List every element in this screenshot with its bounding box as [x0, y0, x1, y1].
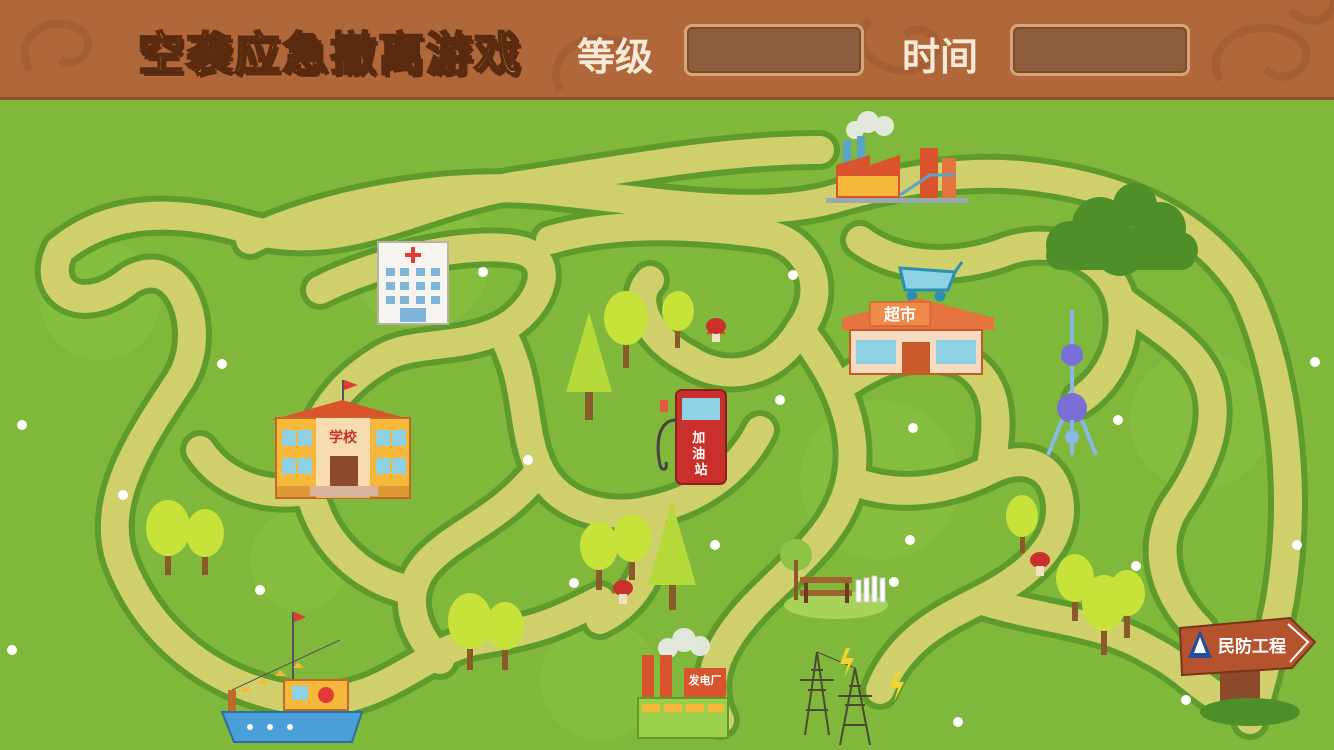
- power-plant-label: 发电厂: [688, 673, 722, 687]
- time-display: [1010, 24, 1190, 76]
- gas-station-char-3: 站: [694, 462, 707, 478]
- gas-station-char-1: 加: [691, 431, 705, 446]
- destination-sign-label: 民防工程: [1218, 637, 1286, 657]
- school-label: 学校: [329, 429, 358, 446]
- game-title: 空袭应急撤离游戏: [137, 26, 522, 82]
- top-bar: 空袭应急撤离游戏 等级 时间: [0, 0, 1334, 100]
- maze-map[interactable]: 超市 加 油 站 学校 发电厂 民防工程: [0, 100, 1334, 750]
- level-label: 等级: [577, 35, 654, 79]
- hospital-building[interactable]: [377, 241, 449, 325]
- supermarket-sign: 超市: [883, 305, 916, 324]
- gas-station-char-2: 油: [692, 446, 705, 462]
- gas-station-label: 加 油 站: [691, 431, 710, 478]
- maze-canvas[interactable]: 超市 加 油 站 学校 发电厂: [0, 100, 1334, 750]
- time-label: 时间: [902, 35, 979, 79]
- level-display: [684, 24, 864, 76]
